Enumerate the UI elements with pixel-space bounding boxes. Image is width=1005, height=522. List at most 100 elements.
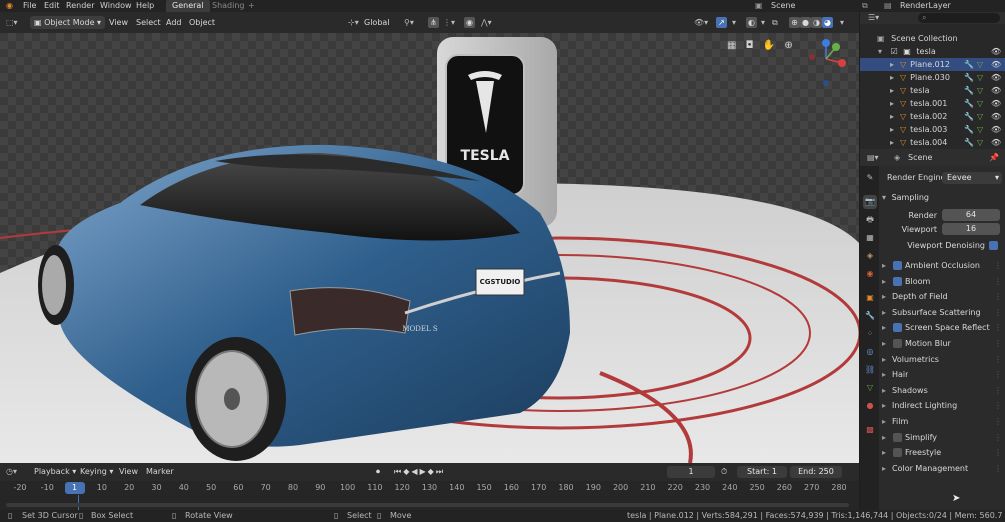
jump-end-icon[interactable]: ⏭ <box>436 467 445 476</box>
current-frame-field[interactable]: 1 <box>667 466 715 478</box>
menu-edit[interactable]: Edit <box>44 0 60 12</box>
panel-header[interactable]: ▸ Ambient Occlusion ⋮⋮ <box>882 258 1005 273</box>
outliner-row-group[interactable]: ▾ ☑ ▣ tesla 👁 <box>860 45 1005 58</box>
pan-hand-icon[interactable]: ✋ <box>763 40 775 51</box>
gizmo-dropdown-icon[interactable]: ▾ <box>732 16 736 29</box>
jump-start-icon[interactable]: ⏮ <box>394 467 403 476</box>
record-icon[interactable]: ⏺ <box>376 466 380 478</box>
play-reverse-icon[interactable]: ◀ <box>411 467 419 476</box>
snap-icon[interactable]: ⋔ <box>428 16 439 29</box>
drag-handle-icon[interactable]: ⋮⋮ <box>994 258 1005 273</box>
drag-handle-icon[interactable]: ⋮⋮ <box>994 398 1005 413</box>
drag-handle-icon[interactable]: ⋮⋮ <box>994 305 1005 320</box>
menu-file[interactable]: File <box>23 0 36 12</box>
sampling-panel-header[interactable]: ▾ Sampling <box>882 190 1005 205</box>
eye-icon[interactable]: 👁 <box>991 136 1001 149</box>
panel-header[interactable]: ▸ Depth of Field ⋮⋮ <box>882 289 1005 304</box>
menu-help[interactable]: Help <box>136 0 154 12</box>
panel-header[interactable]: ▸ Subsurface Scattering ⋮⋮ <box>882 305 1005 320</box>
panel-header[interactable]: ▸ Freestyle ⋮⋮ <box>882 445 1005 460</box>
drag-handle-icon[interactable]: ⋮⋮ <box>994 336 1005 351</box>
snap-target-icon[interactable]: ⋮▾ <box>443 16 455 29</box>
stopwatch-icon[interactable]: ⏱ <box>721 466 727 478</box>
eye-icon[interactable]: 👁 <box>991 123 1001 136</box>
output-tab-icon[interactable]: 🖶 <box>863 213 877 227</box>
start-frame-field[interactable]: Start: 1 <box>737 466 787 478</box>
viewport-samples-field[interactable]: 16 <box>942 223 1000 235</box>
timeline-editor-icon[interactable]: ◷▾ <box>6 466 17 478</box>
wireframe-shading-icon[interactable]: ⊕ <box>789 17 800 28</box>
menu-add[interactable]: Add <box>166 16 182 29</box>
tab-shading[interactable]: Shading <box>206 0 251 12</box>
checkbox-icon[interactable]: ☑ <box>891 47 898 56</box>
eye-icon[interactable]: 👁 <box>991 110 1001 123</box>
menu-window[interactable]: Window <box>100 0 132 12</box>
end-frame-field[interactable]: End: 250 <box>790 466 842 478</box>
constraints-tab-icon[interactable]: ⛓ <box>863 363 877 377</box>
tool-tab-icon[interactable]: ✎ <box>863 171 877 185</box>
panel-enable-checkbox[interactable] <box>893 323 902 333</box>
camera-perspective-icon[interactable]: ▦ <box>727 40 736 51</box>
object-mode-dropdown[interactable]: ▣ Object Mode ▾ <box>30 16 106 29</box>
gizmo-icon[interactable]: ↗ <box>716 16 727 29</box>
eye-icon[interactable]: 👁 <box>991 97 1001 110</box>
eye-icon[interactable]: 👁 <box>991 84 1001 97</box>
add-workspace-icon[interactable]: + <box>248 0 255 12</box>
drag-handle-icon[interactable]: ⋮⋮ <box>994 320 1005 335</box>
outliner-item[interactable]: ▸ ▽ tesla.004 🔧 ▽ 👁 <box>860 136 1005 149</box>
menu-select[interactable]: Select <box>136 16 161 29</box>
visibility-icon[interactable]: 👁▾ <box>694 16 708 29</box>
panel-header[interactable]: ▸ Hair ⋮⋮ <box>882 367 1005 382</box>
pivot-icon[interactable]: ⚲▾ <box>404 16 414 29</box>
panel-enable-checkbox[interactable] <box>893 432 902 442</box>
timeline-scrollbar[interactable] <box>6 503 849 507</box>
falloff-icon[interactable]: ⋀▾ <box>481 16 492 29</box>
shading-dropdown-icon[interactable]: ▾ <box>840 16 844 29</box>
render-layer-icon[interactable]: ▤ <box>884 0 892 12</box>
physics-tab-icon[interactable]: ◎ <box>863 345 877 359</box>
view-layer-tab-icon[interactable]: ▦ <box>863 231 877 245</box>
panel-header[interactable]: ▸ Indirect Lighting ⋮⋮ <box>882 398 1005 413</box>
drag-handle-icon[interactable]: ⋮⋮ <box>994 414 1005 429</box>
panel-header[interactable]: ▸ Shadows ⋮⋮ <box>882 383 1005 398</box>
navigation-gizmo[interactable] <box>800 37 850 92</box>
panel-header[interactable]: ▸ Color Management ⋮⋮ <box>882 461 1005 476</box>
outliner-editor-icon[interactable]: ☰▾ <box>868 12 879 24</box>
outliner-row-collection[interactable]: ▣ Scene Collection <box>860 32 1005 45</box>
menu-view[interactable]: View <box>109 16 128 29</box>
drag-handle-icon[interactable]: ⋮⋮ <box>994 383 1005 398</box>
copy-scene-icon[interactable]: ⧉ <box>862 0 868 12</box>
eye-icon[interactable]: 👁 <box>991 58 1001 71</box>
eye-icon[interactable]: 👁 <box>991 71 1001 84</box>
overlays-icon[interactable]: ◐ <box>746 16 757 29</box>
play-icon[interactable]: ▶ <box>420 467 428 476</box>
drag-handle-icon[interactable]: ⋮⋮ <box>994 461 1005 476</box>
blender-logo-icon[interactable]: ◉ <box>6 0 13 12</box>
orientation-icon[interactable]: ⊹▾ <box>348 16 359 29</box>
panel-enable-checkbox[interactable] <box>893 339 902 348</box>
overlays-dropdown-icon[interactable]: ▾ <box>761 16 765 29</box>
frame-ruler[interactable]: -20 -10 1 10 20 30 40 50 60 70 80 90 100 110 120 130 140… <box>0 481 859 495</box>
render-samples-field[interactable]: 64 <box>942 209 1000 221</box>
tab-general[interactable]: General <box>166 0 210 12</box>
transform-orientation[interactable]: Global <box>364 16 390 29</box>
data-tab-icon[interactable]: ▽ <box>863 381 877 395</box>
panel-header[interactable]: ▸ Screen Space Reflections ⋮⋮ <box>882 320 1005 335</box>
proportional-edit-icon[interactable]: ◉ <box>464 16 475 29</box>
drag-handle-icon[interactable]: ⋮⋮ <box>994 430 1005 445</box>
viewport-denoising-checkbox[interactable] <box>989 241 998 250</box>
solid-shading-icon[interactable]: ● <box>800 17 811 28</box>
drag-handle-icon[interactable]: ⋮⋮ <box>994 352 1005 367</box>
pin-icon[interactable]: 📌 <box>989 151 999 164</box>
editor-type-icon[interactable]: ⬚▾ <box>6 16 18 29</box>
drag-handle-icon[interactable]: ⋮⋮ <box>994 289 1005 304</box>
world-tab-icon[interactable]: ◉ <box>863 267 877 281</box>
object-tab-icon[interactable]: ▣ <box>863 291 877 305</box>
panel-header[interactable]: ▸ Simplify ⋮⋮ <box>882 430 1005 445</box>
particles-tab-icon[interactable]: ⁘ <box>863 327 877 341</box>
rendered-shading-icon[interactable]: ◕ <box>822 17 833 28</box>
panel-enable-checkbox[interactable] <box>893 276 902 286</box>
outliner-item[interactable]: ▸ ▽ tesla.001 🔧 ▽ 👁 <box>860 97 1005 110</box>
modifier-tab-icon[interactable]: 🔧 <box>863 309 877 323</box>
menu-timeline-view[interactable]: View <box>119 466 138 478</box>
